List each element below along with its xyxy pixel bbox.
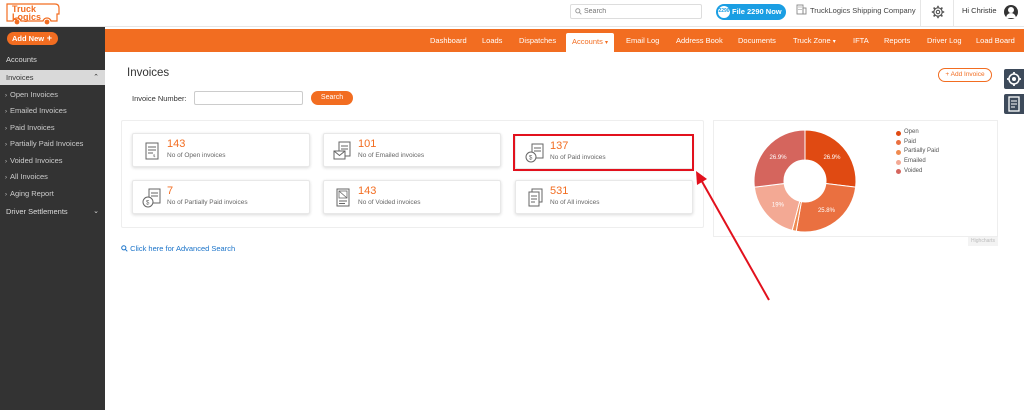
annotation-arrow [696,171,770,301]
